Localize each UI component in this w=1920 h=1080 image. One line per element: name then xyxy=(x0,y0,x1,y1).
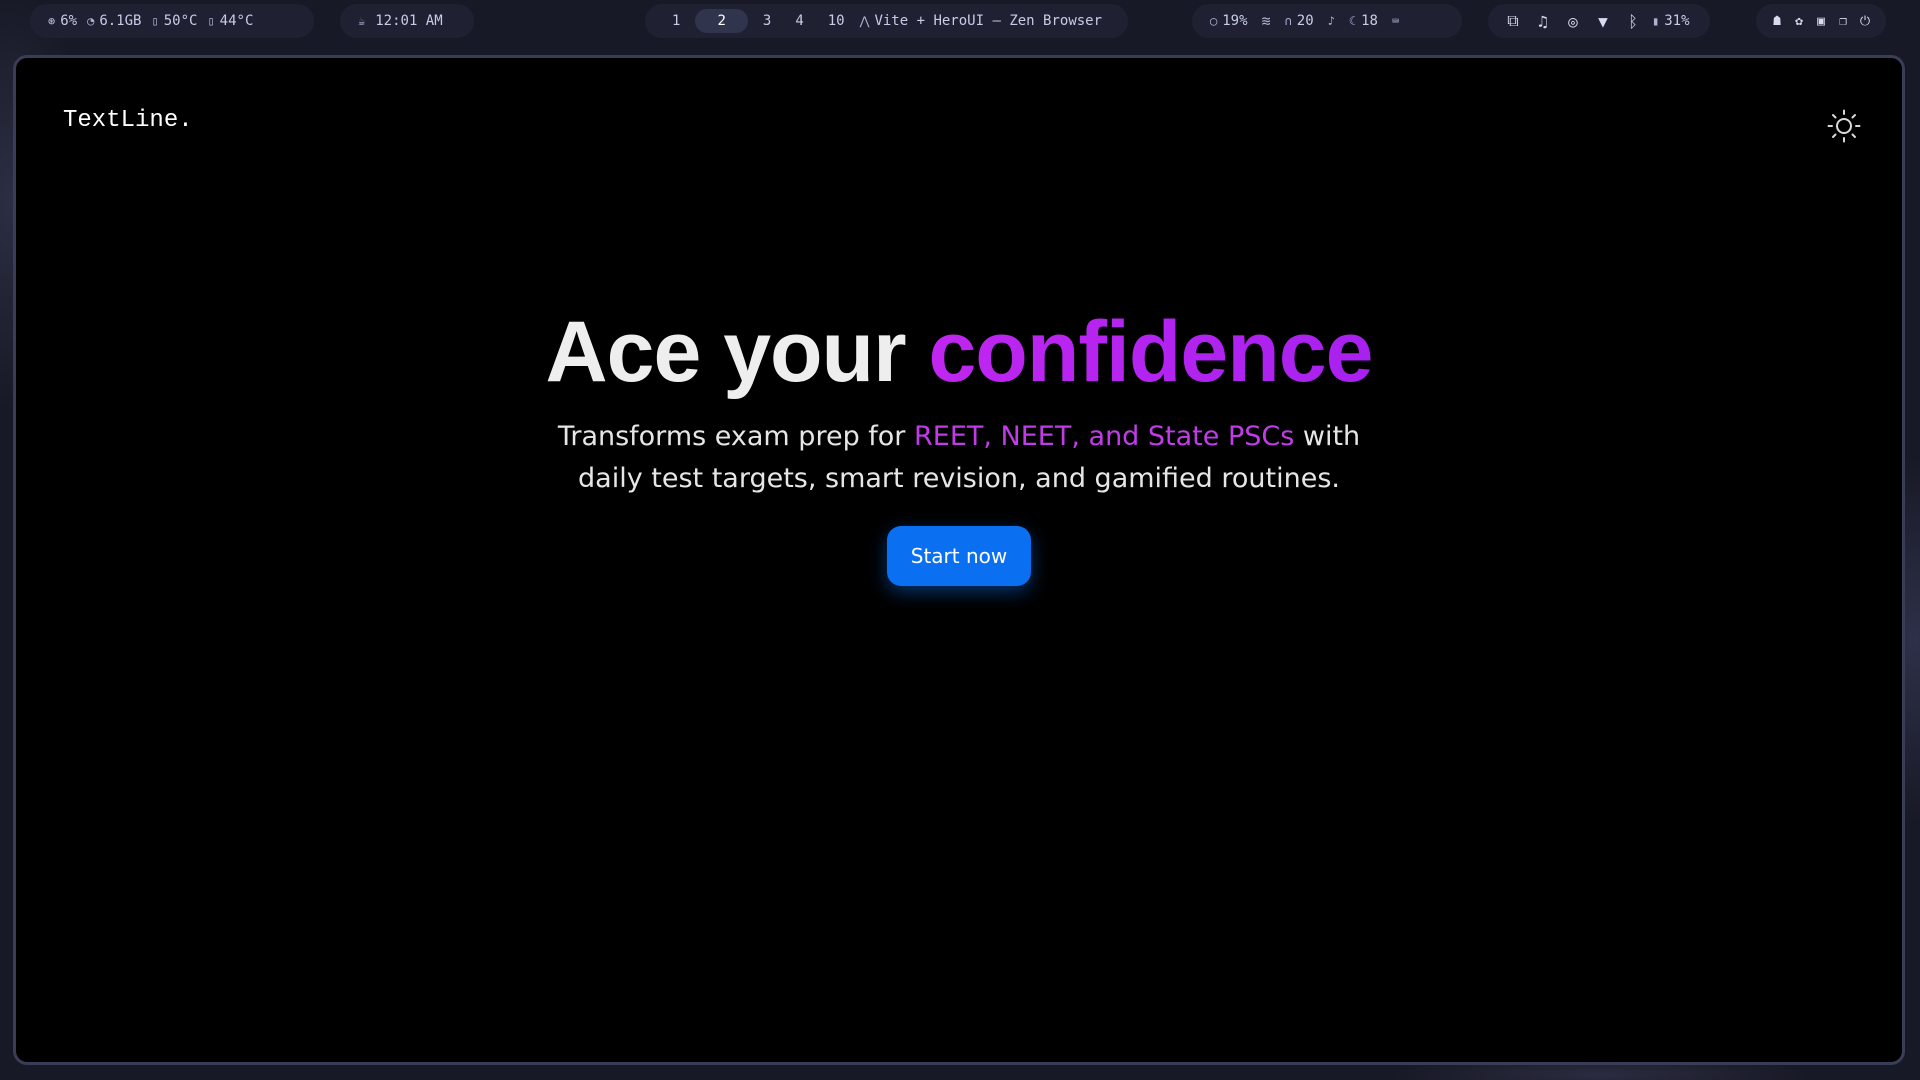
cpu-icon: ⊛ xyxy=(48,14,56,28)
cpu-stat[interactable]: ⊛ 6% xyxy=(48,13,77,29)
system-stats: ⊛ 6% ◔ 6.1GB ▯ 50°C ▯ 44°C xyxy=(30,4,314,38)
screen-share-icon[interactable]: ⧉ xyxy=(1502,10,1524,32)
memory-stat[interactable]: ◔ 6.1GB xyxy=(87,13,141,29)
ghost-icon[interactable]: ☗ xyxy=(1770,10,1784,32)
thermometer-icon: ▯ xyxy=(207,14,215,28)
power-icon[interactable]: ⏻ xyxy=(1858,10,1872,32)
thermometer-icon: ▯ xyxy=(151,14,159,28)
active-window: ⋀ Vite + HeroUI — Zen Browser xyxy=(860,13,1102,29)
workspace-2[interactable]: 2 xyxy=(695,9,748,33)
browser-icon: ⋀ xyxy=(859,14,870,28)
workspace-10[interactable]: 10 xyxy=(819,9,854,33)
brightness-stat[interactable]: ◯ 19% xyxy=(1210,13,1248,29)
gpu-temp-value: 44°C xyxy=(219,13,254,29)
memory-icon: ◔ xyxy=(87,14,95,28)
battery-value: 31% xyxy=(1664,13,1690,29)
gpu-temp-stat[interactable]: ▯ 44°C xyxy=(207,13,253,29)
battery-icon: ▮ xyxy=(1652,14,1660,28)
mic-level-value: 18 xyxy=(1361,13,1378,29)
start-now-button[interactable]: Start now xyxy=(886,525,1032,586)
landing-page: TextLine. Ace your confidence Transforms… xyxy=(23,65,1895,1055)
workspace-3[interactable]: 3 xyxy=(754,9,780,33)
memory-value: 6.1GB xyxy=(99,13,142,29)
site-logo[interactable]: TextLine. xyxy=(63,107,193,134)
clock-time: 12:01 AM xyxy=(375,13,443,29)
status-bar: ⊛ 6% ◔ 6.1GB ▯ 50°C ▯ 44°C ☕ 12:01 AM 1 … xyxy=(0,0,1920,42)
microphone-icon: ♪ xyxy=(1327,14,1335,28)
workspace-switcher: 1 2 3 4 10 ⋀ Vite + HeroUI — Zen Browser xyxy=(645,4,1128,38)
headline-plain: Ace your xyxy=(545,304,907,400)
clipboard-icon[interactable]: ❐ xyxy=(1836,10,1850,32)
sun-icon xyxy=(1827,109,1861,143)
hero-headline: Ace your confidence xyxy=(23,305,1895,400)
clock-widget[interactable]: ☕ 12:01 AM xyxy=(340,4,474,38)
browser-window: TextLine. Ace your confidence Transforms… xyxy=(13,55,1905,1065)
window-title: Vite + HeroUI — Zen Browser xyxy=(874,13,1103,29)
mic-stat[interactable]: ♪ xyxy=(1328,15,1335,27)
workspace-1[interactable]: 1 xyxy=(663,9,689,33)
headphones-icon: ∩ xyxy=(1284,14,1292,28)
brightness-icon: ◯ xyxy=(1210,14,1218,28)
workspace-4[interactable]: 4 xyxy=(786,9,812,33)
subtitle-highlight: REET, NEET, and State PSCs xyxy=(914,420,1295,452)
microphone-icon[interactable]: ♫ xyxy=(1532,10,1554,32)
wifi-icon[interactable]: ≋ xyxy=(1262,13,1271,29)
media-controls: ◯ 19% ≋ ∩ 20 ♪ ☾ 18 ⌨ xyxy=(1192,4,1462,38)
session-controls: ☗ ✿ ▣ ❐ ⏻ xyxy=(1756,4,1886,38)
headphones-value: 20 xyxy=(1296,13,1314,29)
cpu-temp-value: 50°C xyxy=(163,13,198,29)
headphones-stat[interactable]: ∩ 20 xyxy=(1285,13,1314,29)
battery-stat[interactable]: ▮ 31% xyxy=(1652,13,1690,29)
palette-icon[interactable]: ✿ xyxy=(1792,10,1806,32)
bluetooth-icon[interactable]: ᛒ xyxy=(1622,10,1644,32)
chromium-icon[interactable]: ◎ xyxy=(1562,10,1584,32)
tray: ⧉ ♫ ◎ ▼ ᛒ ▮ 31% xyxy=(1488,4,1710,38)
wifi-icon[interactable]: ▼ xyxy=(1592,10,1614,32)
moon-icon: ☾ xyxy=(1348,14,1357,28)
keyboard-icon[interactable]: ⌨ xyxy=(1392,15,1399,27)
brightness-value: 19% xyxy=(1222,13,1248,29)
headline-accent: confidence xyxy=(928,304,1373,400)
night-light-stat[interactable]: ☾ 18 xyxy=(1349,13,1378,29)
coffee-icon: ☕ xyxy=(358,14,366,28)
hero-subtitle: Transforms exam prep for REET, NEET, and… xyxy=(549,416,1369,500)
cpu-value: 6% xyxy=(60,13,78,29)
subtitle-before: Transforms exam prep for xyxy=(557,420,906,452)
workspace-list: 1 2 3 4 10 xyxy=(663,9,854,33)
layout-icon[interactable]: ▣ xyxy=(1814,10,1828,32)
theme-toggle-button[interactable] xyxy=(1827,109,1861,143)
cpu-temp-stat[interactable]: ▯ 50°C xyxy=(151,13,197,29)
hero-section: Ace your confidence Transforms exam prep… xyxy=(23,305,1895,586)
